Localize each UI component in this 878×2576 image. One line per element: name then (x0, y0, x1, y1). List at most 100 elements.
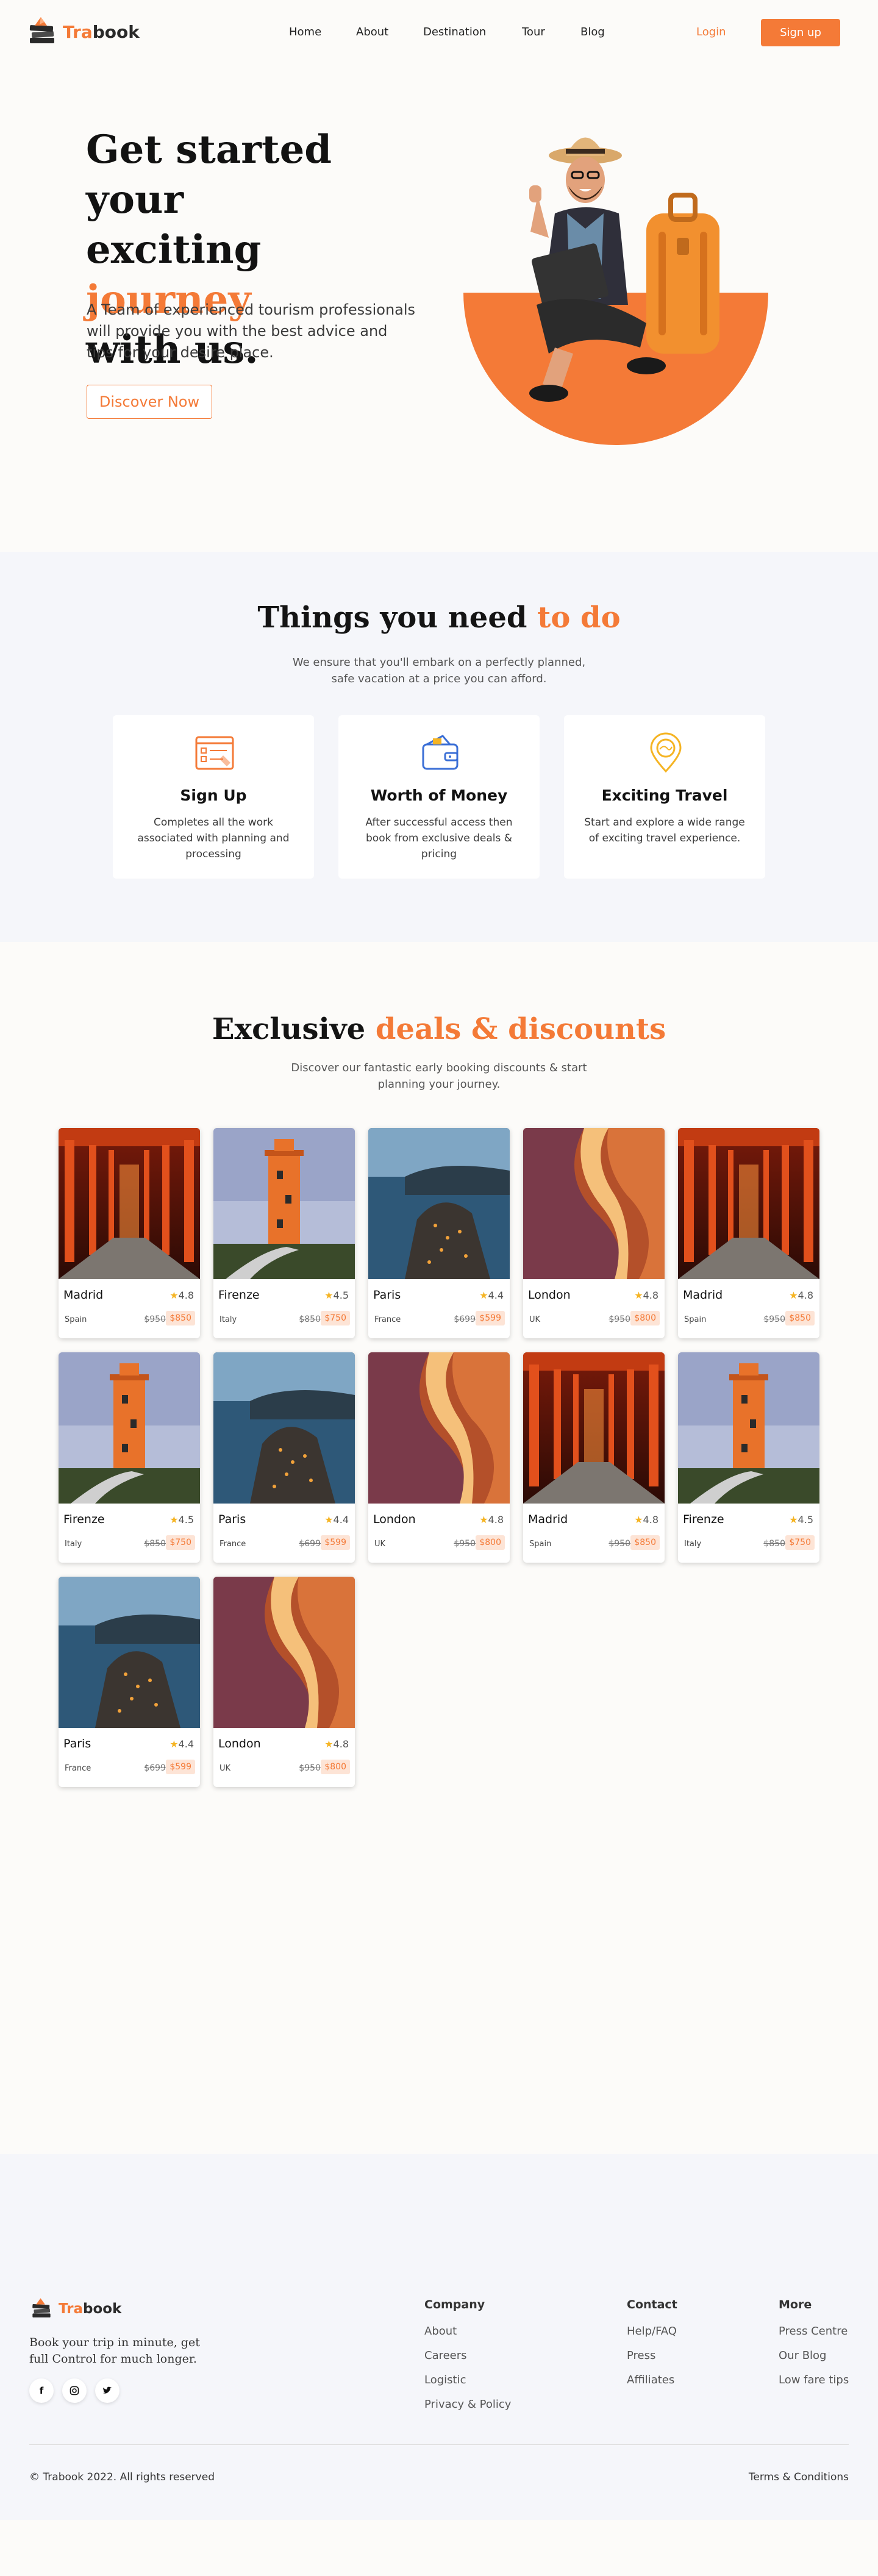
deal-city: Madrid (683, 1288, 723, 1302)
discover-now-button[interactable]: Discover Now (87, 385, 212, 419)
deal-card[interactable]: Madrid ★4.8 Spain $950 $850 (523, 1352, 665, 1563)
footer-column-title: Contact (627, 2298, 677, 2311)
deal-card[interactable]: Firenze ★4.5 Italy $850 $750 (59, 1352, 200, 1563)
footer-link-low-fare-tips[interactable]: Low fare tips (779, 2374, 849, 2386)
footer-link-about[interactable]: About (424, 2325, 511, 2338)
deal-card[interactable]: Firenze ★4.5 Italy $850 $750 (678, 1352, 819, 1563)
footer-link-privacy[interactable]: Privacy & Policy (424, 2398, 511, 2411)
nav-link-home[interactable]: Home (289, 26, 321, 38)
deal-new-price: $599 (321, 1535, 350, 1550)
footer-link-press[interactable]: Press (627, 2349, 677, 2362)
star-icon: ★ (324, 1290, 334, 1301)
deal-rating-value: 4.4 (178, 1738, 194, 1750)
star-icon: ★ (634, 1290, 643, 1301)
deal-rating: ★4.5 (170, 1514, 194, 1525)
destination-photo (678, 1352, 819, 1504)
deal-old-price: $950 (609, 1539, 630, 1549)
signup-button[interactable]: Sign up (761, 19, 840, 46)
nav-link-destination[interactable]: Destination (423, 26, 486, 38)
nav-link-blog[interactable]: Blog (580, 26, 605, 38)
deal-rating-value: 4.4 (333, 1514, 349, 1525)
footer-link-logistic[interactable]: Logistic (424, 2374, 511, 2386)
deal-rating-value: 4.8 (333, 1738, 349, 1750)
facebook-icon[interactable]: f (29, 2378, 54, 2403)
deal-card[interactable]: Paris ★4.4 France $699 $599 (368, 1128, 510, 1338)
deal-city: Paris (218, 1513, 246, 1526)
deal-rating: ★4.8 (634, 1290, 659, 1301)
deal-rating: ★4.8 (479, 1514, 504, 1525)
instagram-icon[interactable] (62, 2378, 87, 2403)
deal-card[interactable]: London ★4.8 UK $950 $800 (213, 1577, 355, 1787)
footer-logo[interactable]: Trabook (29, 2296, 121, 2322)
destination-photo (59, 1577, 200, 1728)
footer-column-title: More (779, 2298, 812, 2311)
deal-city: Firenze (63, 1513, 105, 1526)
deal-card[interactable]: Firenze ★4.5 Italy $850 $750 (213, 1128, 355, 1338)
deal-new-price: $850 (785, 1311, 815, 1325)
footer-link-press-centre[interactable]: Press Centre (779, 2325, 849, 2338)
service-card-signup[interactable]: Sign Up Completes all the work associate… (113, 715, 314, 879)
wallet-icon (422, 735, 459, 770)
deal-old-price: $950 (763, 1315, 785, 1324)
twitter-icon[interactable] (95, 2378, 120, 2403)
deal-card[interactable]: Paris ★4.4 France $699 $599 (213, 1352, 355, 1563)
destination-photo (59, 1128, 200, 1279)
service-card-exciting-travel[interactable]: Exciting Travel Start and explore a wide… (564, 715, 765, 879)
deal-rating-value: 4.5 (178, 1514, 194, 1525)
deal-country: UK (374, 1540, 386, 1549)
deal-old-price: $950 (144, 1315, 166, 1324)
deal-city: Madrid (63, 1288, 104, 1302)
service-card-text: Completes all the work associated with p… (137, 816, 290, 860)
logo-text-suffix: book (83, 2301, 122, 2317)
deal-rating-value: 4.8 (643, 1290, 659, 1301)
terms-link[interactable]: Terms & Conditions (749, 2471, 849, 2483)
deal-card[interactable]: London ★4.8 UK $950 $800 (368, 1352, 510, 1563)
login-link[interactable]: Login (696, 26, 726, 38)
logo-text-suffix: book (92, 21, 140, 42)
deal-city: London (218, 1737, 261, 1750)
nav-link-tour[interactable]: Tour (522, 26, 545, 38)
star-icon: ★ (170, 1290, 179, 1301)
deal-card[interactable]: Madrid ★4.8 Spain $950 $850 (59, 1128, 200, 1338)
deal-city: Firenze (683, 1513, 724, 1526)
footer-column-contact: Contact Help/FAQ Press Affiliates (627, 2298, 677, 2398)
footer-link-help-faq[interactable]: Help/FAQ (627, 2325, 677, 2338)
deal-country: UK (220, 1764, 231, 1773)
footer-link-careers[interactable]: Careers (424, 2349, 511, 2362)
deal-old-price: $950 (299, 1763, 321, 1773)
star-icon: ★ (170, 1738, 179, 1750)
service-card-title: Sign Up (180, 787, 247, 804)
deals-subtitle: Discover our fantastic early booking dis… (291, 1061, 587, 1091)
footer: Trabook Book your trip in minute, get fu… (0, 2154, 878, 2520)
things-title: Things you need to do (0, 601, 878, 635)
deal-new-price: $850 (166, 1311, 195, 1325)
deal-country: Italy (65, 1540, 82, 1549)
deal-rating-value: 4.8 (643, 1514, 659, 1525)
footer-link-affiliates[interactable]: Affiliates (627, 2374, 677, 2386)
brand-logo[interactable]: Trabook (26, 13, 140, 50)
deal-card[interactable]: London ★4.8 UK $950 $800 (523, 1128, 665, 1338)
deal-card[interactable]: Paris ★4.4 France $699 $599 (59, 1577, 200, 1787)
footer-column-more: More Press Centre Our Blog Low fare tips (779, 2298, 849, 2398)
things-section: Things you need to do We ensure that you… (0, 552, 878, 942)
deal-rating: ★4.4 (479, 1290, 504, 1301)
deal-card[interactable]: Madrid ★4.8 Spain $950 $850 (678, 1128, 819, 1338)
logo-text-prefix: Tra (59, 2301, 84, 2317)
deal-old-price: $699 (454, 1315, 476, 1324)
service-card-title: Exciting Travel (601, 787, 728, 804)
deal-rating: ★4.8 (789, 1290, 813, 1301)
deal-rating: ★4.8 (634, 1514, 659, 1525)
deal-new-price: $750 (166, 1535, 195, 1550)
destination-photo (213, 1352, 355, 1504)
service-card-worth-of-money[interactable]: Worth of Money After successful access t… (338, 715, 540, 879)
deal-city: London (373, 1513, 416, 1526)
copyright-text: © Trabook 2022. All rights reserved (29, 2471, 215, 2483)
deal-country: France (65, 1764, 91, 1773)
deal-old-price: $850 (299, 1315, 321, 1324)
deal-rating: ★4.4 (324, 1514, 349, 1525)
nav-link-about[interactable]: About (356, 26, 388, 38)
footer-link-our-blog[interactable]: Our Blog (779, 2349, 849, 2362)
deal-old-price: $850 (763, 1539, 785, 1549)
deal-rating-value: 4.5 (798, 1514, 813, 1525)
star-icon: ★ (789, 1514, 798, 1525)
